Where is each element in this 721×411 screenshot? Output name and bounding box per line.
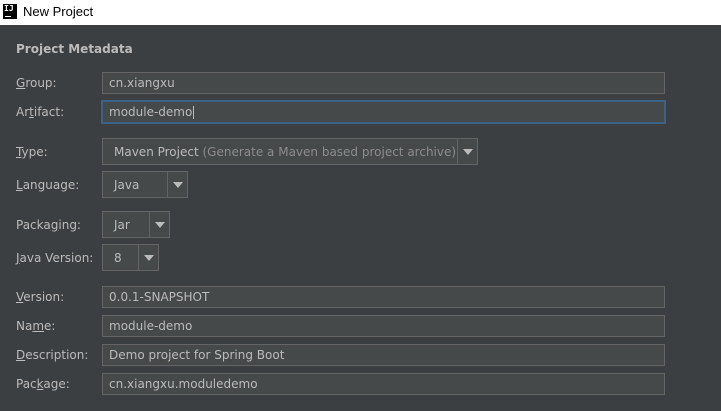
intellij-app-icon: IJ: [3, 4, 17, 19]
chevron-down-icon[interactable]: [138, 245, 158, 270]
description-input[interactable]: Demo project for Spring Boot: [102, 344, 665, 366]
name-label: Name:: [16, 319, 56, 333]
chevron-down-icon[interactable]: [149, 212, 169, 237]
title-bar: IJ New Project: [0, 0, 721, 25]
package-label: Package:: [16, 377, 70, 391]
artifact-input[interactable]: module-demo: [102, 101, 665, 123]
chevron-down-icon[interactable]: [167, 172, 187, 197]
artifact-label: Artifact:: [16, 105, 65, 119]
version-input[interactable]: 0.0.1-SNAPSHOT: [102, 286, 665, 308]
java-version-label: Java Version:: [16, 251, 94, 265]
group-input[interactable]: cn.xiangxu: [102, 72, 665, 94]
chevron-down-icon[interactable]: [457, 139, 477, 164]
java-version-select[interactable]: 8: [102, 244, 159, 271]
language-label: Language:: [16, 178, 80, 192]
group-label: Group:: [16, 76, 57, 90]
packaging-select[interactable]: Jar: [102, 211, 170, 238]
description-label: Description:: [16, 348, 89, 362]
language-select[interactable]: Java: [102, 171, 188, 198]
text-caret: [193, 106, 195, 119]
package-input[interactable]: cn.xiangxu.moduledemo: [102, 373, 665, 395]
window-title: New Project: [23, 4, 94, 19]
version-label: Version:: [16, 290, 65, 304]
name-input[interactable]: module-demo: [102, 315, 665, 337]
type-label: Type:: [16, 145, 48, 159]
type-select[interactable]: Maven Project (Generate a Maven based pr…: [102, 138, 478, 165]
section-title: Project Metadata: [16, 42, 133, 56]
packaging-label: Packaging:: [16, 218, 81, 232]
